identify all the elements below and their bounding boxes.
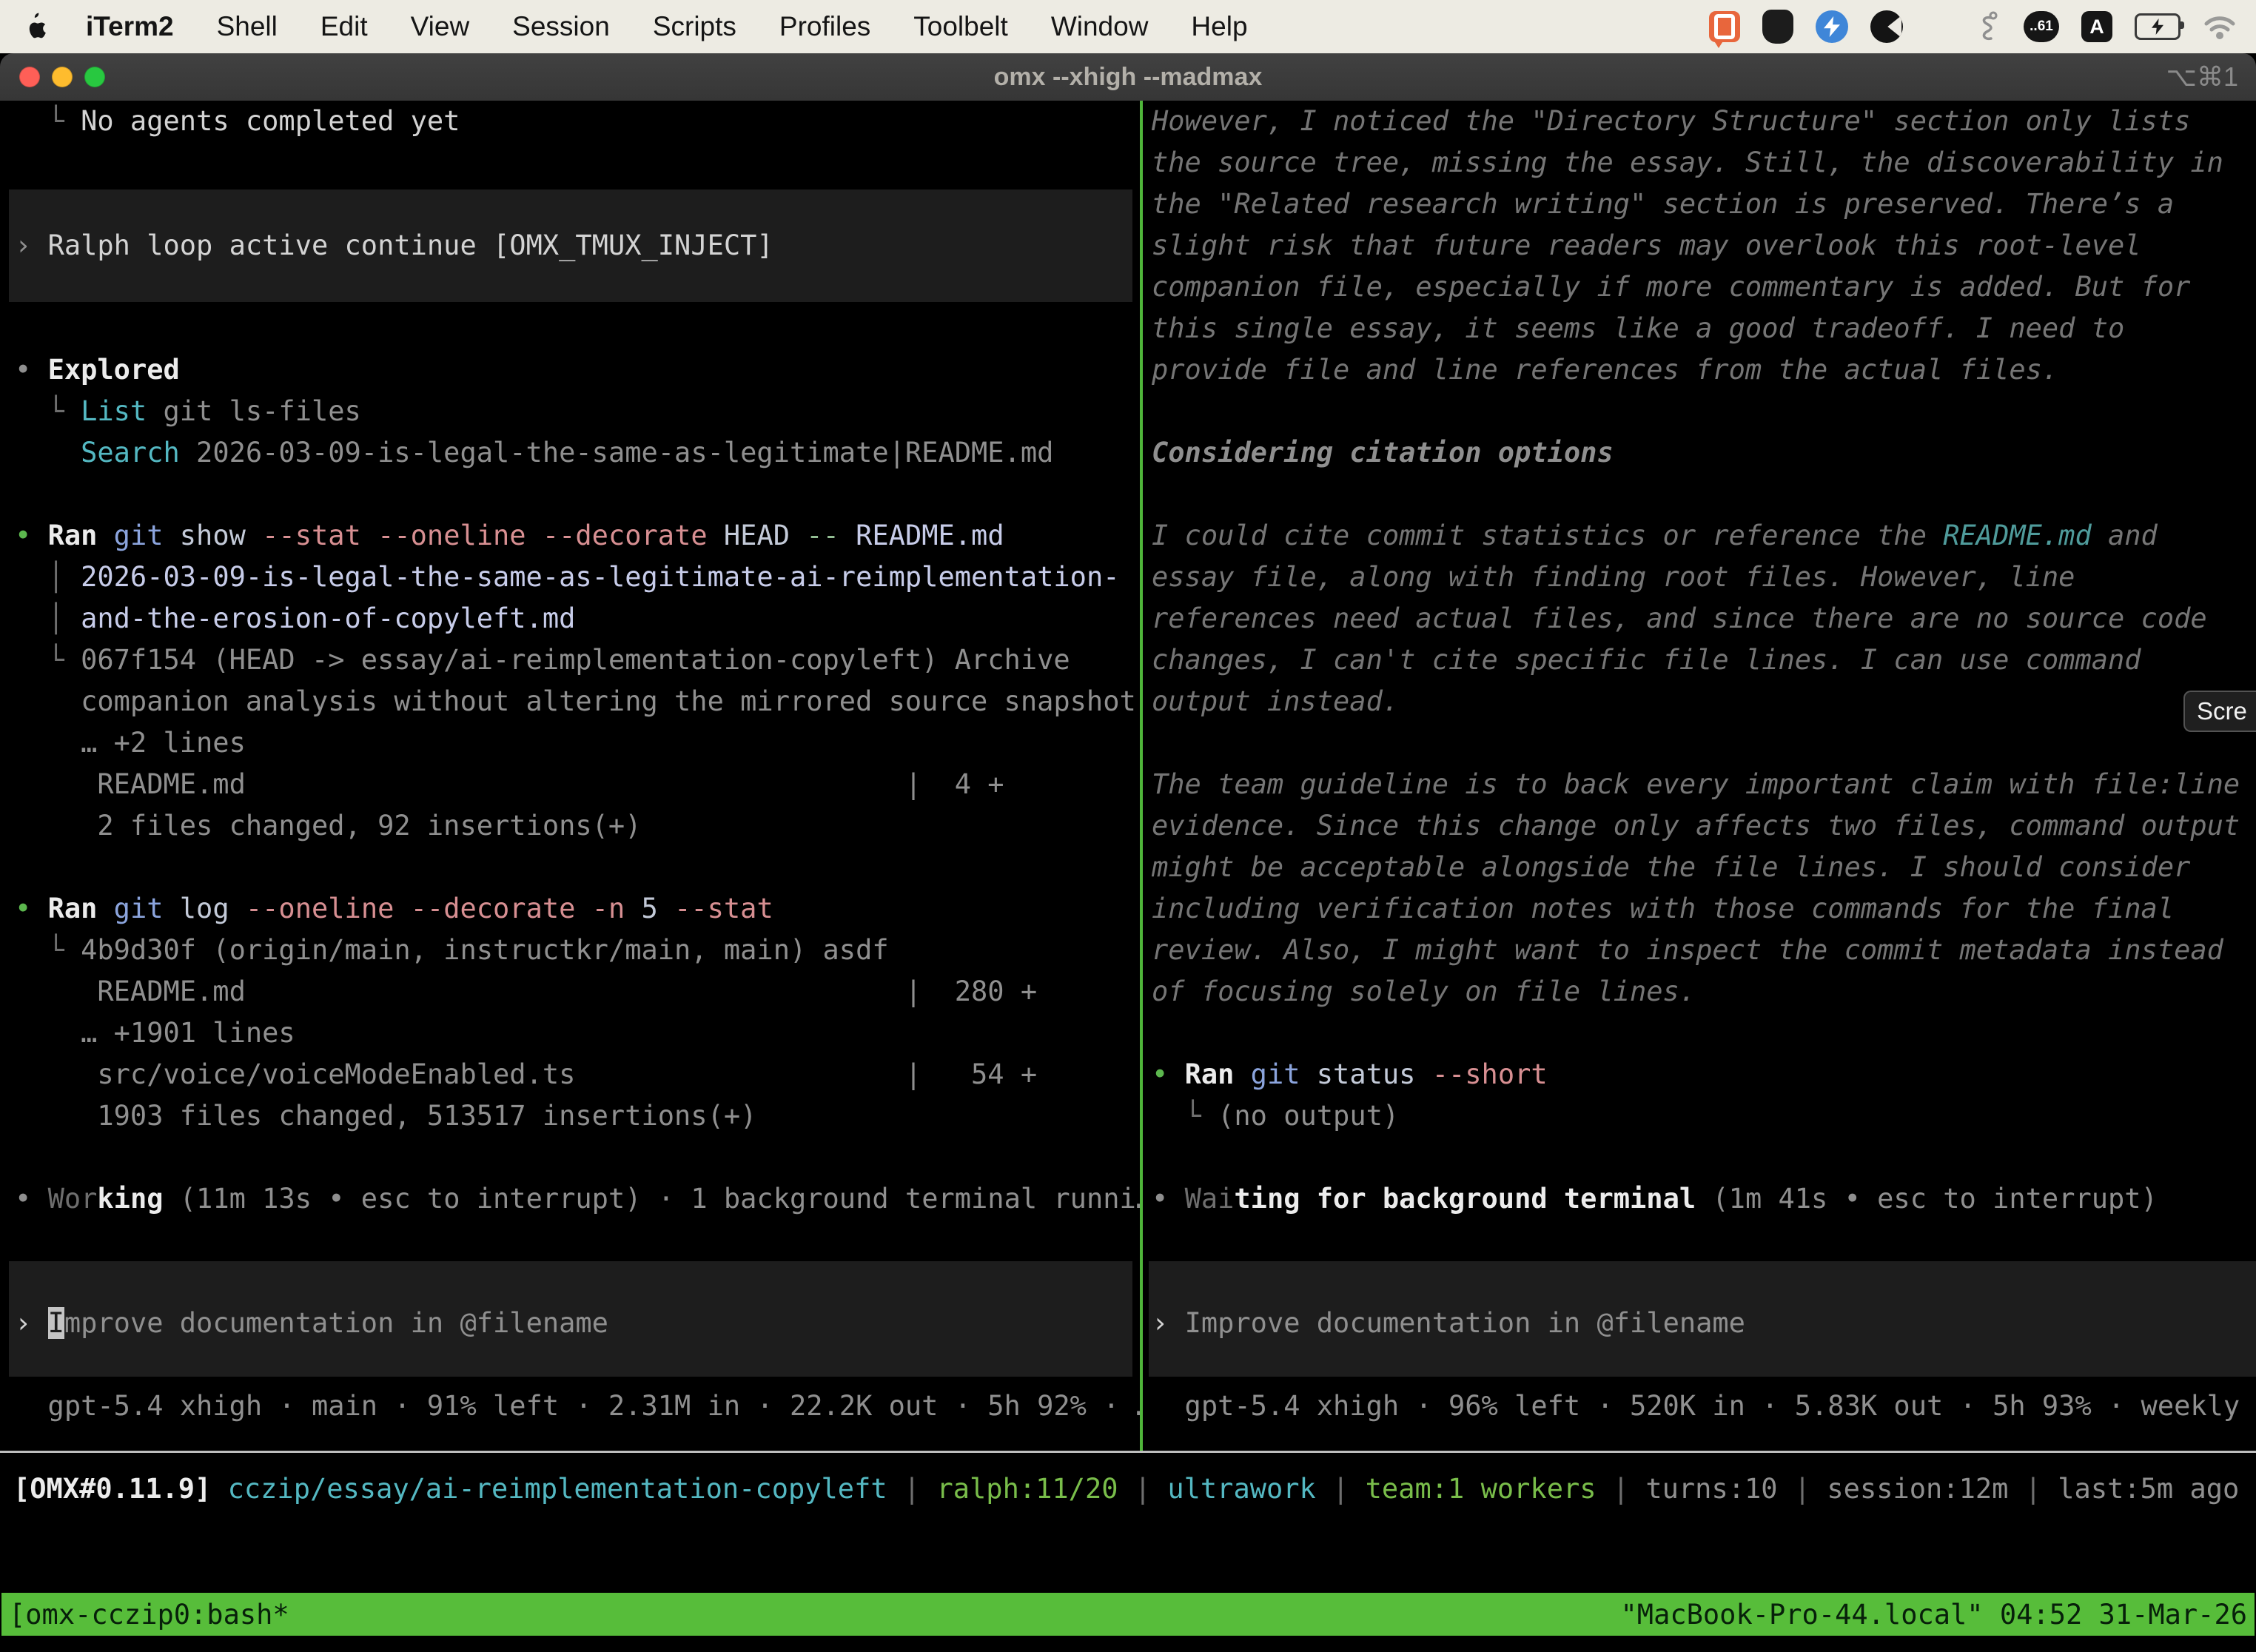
terminal-line: The team guideline is to back every impo… xyxy=(1152,764,2240,805)
terminal-line: … +2 lines xyxy=(15,722,246,764)
terminal-line: provide file and line references from th… xyxy=(1152,349,2058,391)
pane-divider[interactable] xyxy=(1140,101,1143,1452)
omx-status-line: [OMX#0.11.9] cczip/essay/ai-reimplementa… xyxy=(13,1468,2239,1510)
terminal-line: slight risk that future readers may over… xyxy=(1152,225,2141,266)
menu-item-view[interactable]: View xyxy=(411,11,470,42)
terminal-line: companion file, especially if more comme… xyxy=(1152,266,2190,308)
terminal-line: └ List git ls-files xyxy=(15,391,361,432)
shield-grid-icon[interactable] xyxy=(1762,10,1793,44)
terminal-line: • Working (11m 13s • esc to interrupt) ·… xyxy=(15,1178,1140,1220)
record-crescent-icon[interactable] xyxy=(1870,10,1903,43)
menu-items: iTerm2 Shell Edit View Session Scripts Profile… xyxy=(86,11,1248,42)
terminal-line: this single essay, it seems like a good … xyxy=(1152,308,2124,349)
menu-item-toolbelt[interactable]: Toolbelt xyxy=(913,11,1008,42)
terminal-line: might be acceptable alongside the file l… xyxy=(1152,847,2190,888)
terminal-line: └ 067f154 (HEAD -> essay/ai-reimplementa… xyxy=(15,639,1070,681)
left-terminal-pane[interactable]: └ No agents completed yet › Ralph loop ac… xyxy=(15,101,1140,1433)
count-badge-icon[interactable]: ..61 xyxy=(2024,11,2059,42)
menu-item-session[interactable]: Session xyxy=(512,11,610,42)
wifi-icon[interactable] xyxy=(2203,13,2237,40)
terminal-line: README.md | 4 + xyxy=(15,764,1004,805)
screen-sharing-tooltip: Scre xyxy=(2183,691,2256,732)
terminal-line: README.md | 280 + xyxy=(15,971,1037,1013)
menubar-status-icons: ..61 A xyxy=(1709,10,2237,44)
battery-icon[interactable] xyxy=(2135,13,2181,40)
terminal-line: › Improve documentation in @filename xyxy=(15,1303,608,1344)
right-terminal-pane[interactable]: However, I noticed the "Directory Struct… xyxy=(1152,101,2256,1433)
terminal-line: … +1901 lines xyxy=(15,1013,295,1054)
tmux-host-clock: "MacBook-Pro-44.local" 04:52 31-Mar-26 xyxy=(1621,1599,2247,1631)
tooltip-label: Scre xyxy=(2197,697,2247,725)
menu-item-scripts[interactable]: Scripts xyxy=(653,11,736,42)
terminal-line: • Ran git status --short xyxy=(1152,1054,1548,1095)
bolt-badge-icon[interactable] xyxy=(1816,10,1848,43)
terminal-line: changes, I can't cite specific file line… xyxy=(1152,639,2141,681)
terminal-line: of focusing solely on file lines. xyxy=(1152,971,1696,1013)
terminal-line: └ No agents completed yet xyxy=(15,101,460,142)
terminal-line: 1903 files changed, 513517 insertions(+) xyxy=(15,1095,756,1137)
terminal-line: the source tree, missing the essay. Stil… xyxy=(1152,142,2223,184)
squiggle-icon[interactable] xyxy=(1976,10,2001,44)
macos-menu-bar: iTerm2 Shell Edit View Session Scripts Profile… xyxy=(0,0,2256,53)
menu-item-shell[interactable]: Shell xyxy=(217,11,278,42)
terminal-line: essay file, along with finding root file… xyxy=(1152,557,2075,598)
terminal-line: references need actual files, and since … xyxy=(1152,598,2207,639)
statusline-divider xyxy=(0,1451,2256,1453)
window-shortcut-badge: ⌥⌘1 xyxy=(2166,61,2238,93)
window-title: omx --xhigh --madmax xyxy=(0,63,2256,92)
window-title-bar: omx --xhigh --madmax ⌥⌘1 xyxy=(0,53,2256,101)
letter-a-icon[interactable]: A xyxy=(2081,11,2112,42)
terminal-line: • Explored xyxy=(15,349,180,391)
terminal-line: I could cite commit statistics or refere… xyxy=(1152,515,2158,557)
menu-item-iterm2[interactable]: iTerm2 xyxy=(86,11,174,42)
menu-item-edit[interactable]: Edit xyxy=(320,11,368,42)
terminal-line: gpt-5.4 xhigh · main · 91% left · 2.31M … xyxy=(15,1386,1140,1427)
terminal-line: the "Related research writing" section i… xyxy=(1152,184,2174,225)
terminal-line: src/voice/voiceModeEnabled.ts | 54 + xyxy=(15,1054,1037,1095)
dots-grid-icon[interactable] xyxy=(1925,13,1954,41)
terminal-line: › Improve documentation in @filename xyxy=(1152,1303,1745,1344)
tmux-session-window[interactable]: [omx-cczip0:bash* xyxy=(9,1599,289,1631)
terminal-line: • Waiting for background terminal (1m 41… xyxy=(1152,1178,2158,1220)
terminal-line: evidence. Since this change only affects… xyxy=(1152,805,2240,847)
terminal-line: └ 4b9d30f (origin/main, instructkr/main,… xyxy=(15,930,889,971)
terminal-line: • Ran git show --stat --oneline --decora… xyxy=(15,515,1004,557)
terminal-line: However, I noticed the "Directory Struct… xyxy=(1152,101,2190,142)
terminal-line: 2 files changed, 92 insertions(+) xyxy=(15,805,641,847)
tmux-status-bar: [omx-cczip0:bash* "MacBook-Pro-44.local"… xyxy=(1,1593,2255,1636)
apple-menu-icon[interactable] xyxy=(22,12,47,41)
menu-item-help[interactable]: Help xyxy=(1191,11,1247,42)
terminal-line: gpt-5.4 xhigh · 96% left · 520K in · 5.8… xyxy=(1152,1386,2256,1427)
terminal-line: companion analysis without altering the … xyxy=(15,681,1136,722)
terminal-line: │ and-the-erosion-of-copyleft.md xyxy=(15,598,575,639)
terminal-line: Search 2026-03-09-is-legal-the-same-as-l… xyxy=(15,432,1053,474)
chat-app-icon[interactable] xyxy=(1709,11,1740,42)
terminal-line: │ 2026-03-09-is-legal-the-same-as-legiti… xyxy=(15,557,1120,598)
menu-item-window[interactable]: Window xyxy=(1051,11,1149,42)
terminal-line: › Ralph loop active continue [OMX_TMUX_I… xyxy=(15,225,773,266)
terminal-line: └ (no output) xyxy=(1152,1095,1399,1137)
menu-item-profiles[interactable]: Profiles xyxy=(779,11,870,42)
terminal-line: including verification notes with those … xyxy=(1152,888,2174,930)
screen: { "colors": { "g4": "#6e6e6e", "g5": "#8… xyxy=(0,0,2256,1652)
terminal-line: Considering citation options xyxy=(1152,432,1614,474)
terminal-line: • Ran git log --oneline --decorate -n 5 … xyxy=(15,888,773,930)
terminal-line: output instead. xyxy=(1152,681,1399,722)
terminal-line: review. Also, I might want to inspect th… xyxy=(1152,930,2223,971)
